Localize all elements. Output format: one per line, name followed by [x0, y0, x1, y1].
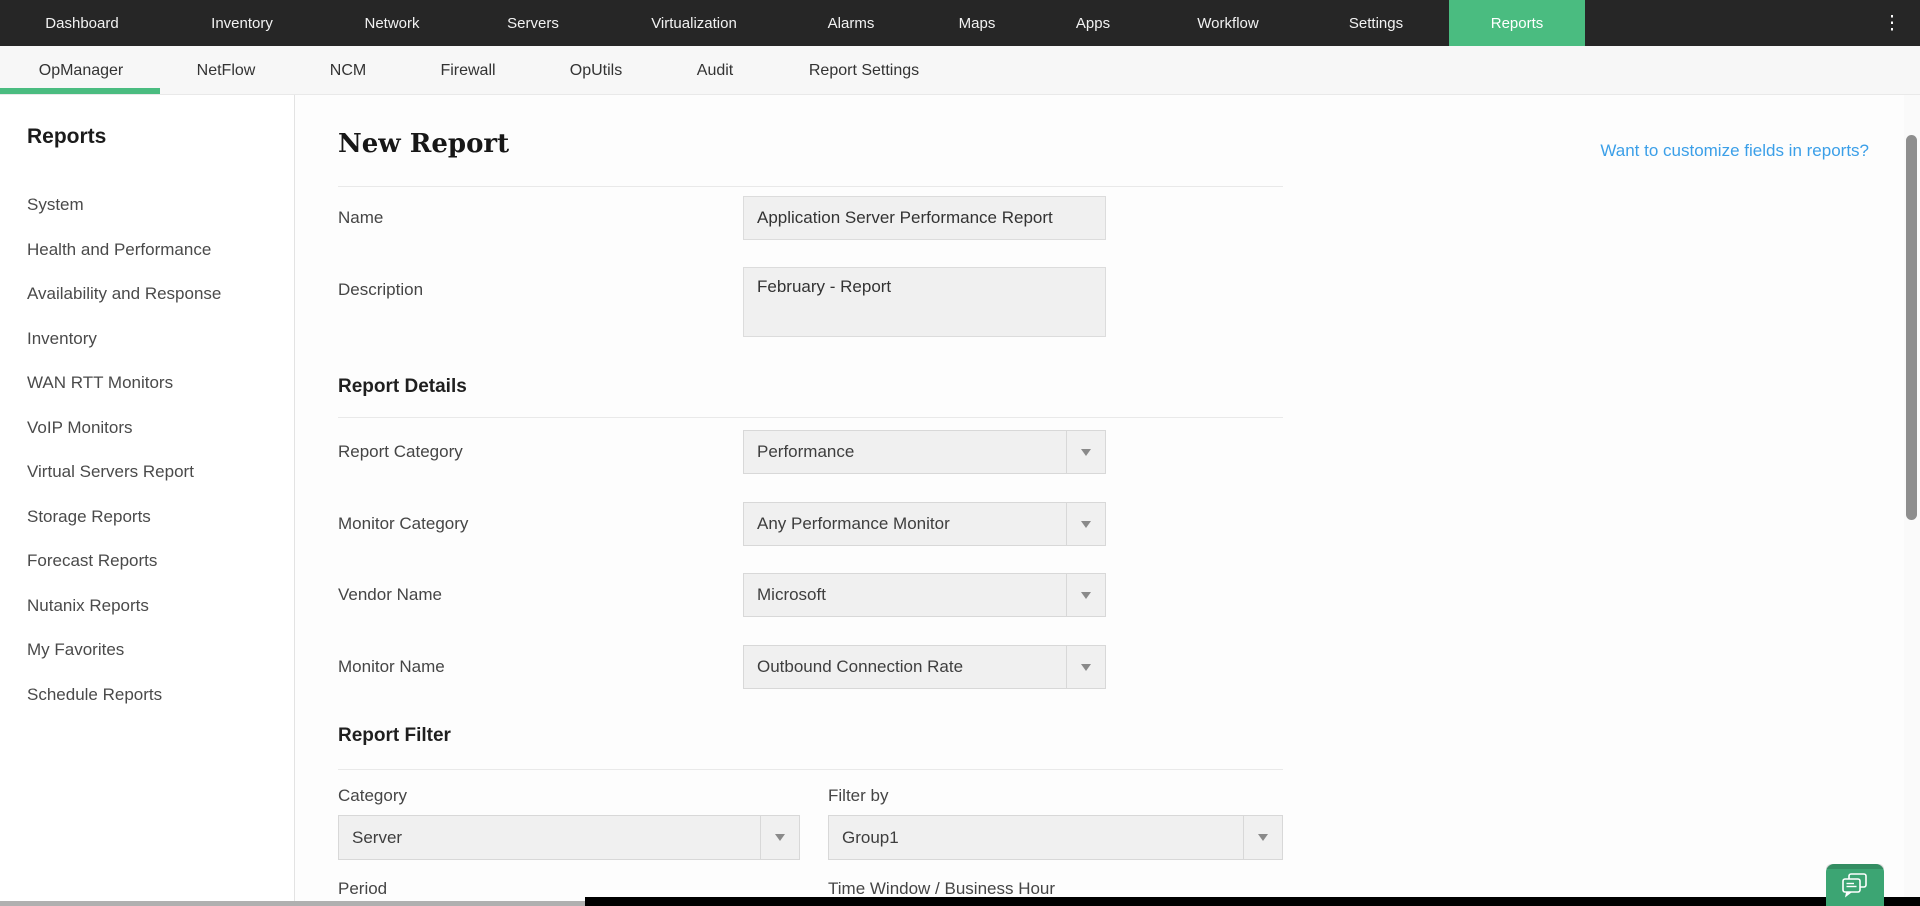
top-navbar: Dashboard Inventory Network Servers Virt…	[0, 0, 1920, 46]
sidebar-item-system[interactable]: System	[0, 183, 294, 228]
opmanager-new-report-page: Dashboard Inventory Network Servers Virt…	[0, 0, 1920, 906]
filter-by-value: Group1	[829, 816, 1243, 859]
vendor-name-dropdown[interactable]: Microsoft	[743, 573, 1106, 617]
sidebar-item-availability-and-response[interactable]: Availability and Response	[0, 272, 294, 317]
nav-item-alarms[interactable]: Alarms	[828, 0, 875, 46]
sidebar-item-voip-monitors[interactable]: VoIP Monitors	[0, 406, 294, 451]
monitor-category-label: Monitor Category	[338, 513, 468, 535]
chevron-down-icon[interactable]	[1066, 574, 1105, 616]
nav-item-settings[interactable]: Settings	[1349, 0, 1403, 46]
category-value: Server	[339, 816, 760, 859]
sidebar-item-schedule-reports[interactable]: Schedule Reports	[0, 673, 294, 718]
report-category-dropdown[interactable]: Performance	[743, 430, 1106, 474]
sidebar-item-wan-rtt-monitors[interactable]: WAN RTT Monitors	[0, 361, 294, 406]
report-filter-divider	[338, 769, 1283, 770]
tab-ncm[interactable]: NCM	[330, 46, 366, 95]
sidebar-title: Reports	[27, 125, 106, 149]
report-category-value: Performance	[744, 431, 1066, 473]
filter-by-dropdown[interactable]: Group1	[828, 815, 1283, 860]
scrollbar-thumb[interactable]	[1906, 135, 1917, 520]
nav-item-workflow[interactable]: Workflow	[1197, 0, 1258, 46]
name-label: Name	[338, 207, 383, 229]
report-details-heading: Report Details	[338, 376, 467, 398]
report-filter-heading: Report Filter	[338, 725, 451, 747]
sidebar-item-storage-reports[interactable]: Storage Reports	[0, 495, 294, 540]
new-report-form: New Report Want to customize fields in r…	[295, 95, 1920, 906]
category-dropdown[interactable]: Server	[338, 815, 800, 860]
sidebar-item-inventory[interactable]: Inventory	[0, 317, 294, 362]
chat-launcher-button[interactable]	[1826, 864, 1884, 906]
active-tab-underline	[0, 88, 160, 94]
sidebar-item-forecast-reports[interactable]: Forecast Reports	[0, 539, 294, 584]
monitor-name-label: Monitor Name	[338, 656, 445, 678]
monitor-name-dropdown[interactable]: Outbound Connection Rate	[743, 645, 1106, 689]
tab-audit[interactable]: Audit	[697, 46, 733, 95]
nav-item-maps[interactable]: Maps	[959, 0, 996, 46]
module-tabbar: OpManager NetFlow NCM Firewall OpUtils A…	[0, 46, 1920, 95]
nav-item-servers[interactable]: Servers	[507, 0, 559, 46]
vendor-name-value: Microsoft	[744, 574, 1066, 616]
sidebar-item-health-and-performance[interactable]: Health and Performance	[0, 228, 294, 273]
nav-item-virtualization[interactable]: Virtualization	[651, 0, 737, 46]
monitor-category-value: Any Performance Monitor	[744, 503, 1066, 545]
customize-fields-link[interactable]: Want to customize fields in reports?	[1600, 141, 1869, 161]
sidebar-item-nutanix-reports[interactable]: Nutanix Reports	[0, 584, 294, 629]
tab-firewall[interactable]: Firewall	[440, 46, 495, 95]
name-input[interactable]	[743, 196, 1106, 240]
chevron-down-icon[interactable]	[1066, 431, 1105, 473]
chevron-down-icon[interactable]	[1066, 503, 1105, 545]
reports-sidebar: Reports System Health and Performance Av…	[0, 95, 295, 906]
monitor-name-value: Outbound Connection Rate	[744, 646, 1066, 688]
sidebar-item-virtual-servers-report[interactable]: Virtual Servers Report	[0, 450, 294, 495]
sidebar-list: System Health and Performance Availabili…	[0, 183, 294, 717]
nav-item-reports-active[interactable]: Reports	[1449, 0, 1585, 46]
category-label: Category	[338, 785, 407, 807]
page-title: New Report	[338, 129, 509, 159]
nav-item-inventory[interactable]: Inventory	[211, 0, 273, 46]
report-category-label: Report Category	[338, 441, 463, 463]
nav-item-dashboard[interactable]: Dashboard	[45, 0, 118, 46]
bottom-black-bar	[585, 897, 1920, 906]
nav-item-network[interactable]: Network	[364, 0, 419, 46]
report-details-divider	[338, 417, 1283, 418]
chat-bubbles-icon	[1840, 872, 1870, 898]
chevron-down-icon[interactable]	[1066, 646, 1105, 688]
bottom-edge-strip	[0, 901, 585, 906]
chevron-down-icon[interactable]	[1243, 816, 1282, 859]
monitor-category-dropdown[interactable]: Any Performance Monitor	[743, 502, 1106, 546]
description-label: Description	[338, 279, 423, 301]
tab-netflow[interactable]: NetFlow	[197, 46, 256, 95]
tab-oputils[interactable]: OpUtils	[570, 46, 622, 95]
chevron-down-icon[interactable]	[760, 816, 799, 859]
vendor-name-label: Vendor Name	[338, 584, 442, 606]
filter-by-label: Filter by	[828, 785, 888, 807]
nav-item-apps[interactable]: Apps	[1076, 0, 1110, 46]
description-textarea[interactable]: February - Report	[743, 267, 1106, 337]
tab-report-settings[interactable]: Report Settings	[809, 46, 919, 95]
kebab-menu-icon[interactable]: ⋮	[1883, 0, 1902, 46]
title-divider	[338, 186, 1283, 187]
sidebar-item-my-favorites[interactable]: My Favorites	[0, 628, 294, 673]
period-label: Period	[338, 878, 387, 900]
